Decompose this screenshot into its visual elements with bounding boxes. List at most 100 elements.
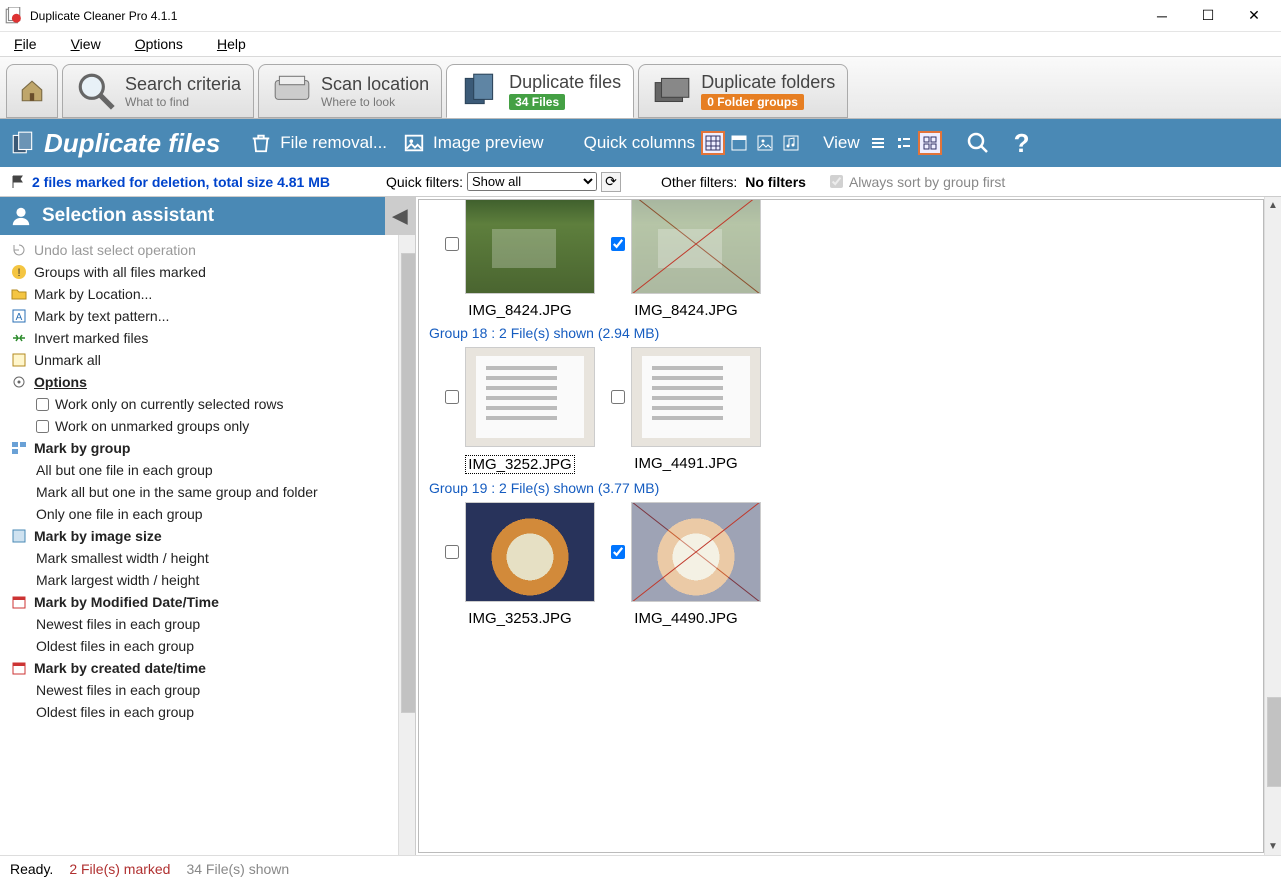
titlebar: Duplicate Cleaner Pro 4.1.1 ─ ☐ ✕	[0, 0, 1281, 32]
sa-largest-wh[interactable]: Mark largest width / height	[0, 569, 398, 591]
menu-file[interactable]: File	[14, 36, 37, 52]
main-scrollbar[interactable]: ▲ ▼	[1264, 197, 1281, 855]
filename: IMG_4491.JPG	[634, 455, 737, 472]
quick-filters-label: Quick filters:	[386, 174, 463, 190]
file-checkbox[interactable]	[445, 237, 459, 251]
sa-only-one[interactable]: Only one file in each group	[0, 503, 398, 525]
tab-title: Duplicate files	[509, 72, 621, 93]
group: Group 19 : 2 File(s) shown (3.77 MB)IMG_…	[429, 480, 1253, 627]
file-item[interactable]: IMG_3252.JPG	[445, 347, 595, 474]
file-checkbox[interactable]	[611, 237, 625, 251]
view-details-icon[interactable]	[892, 131, 916, 155]
tab-home[interactable]	[6, 64, 58, 118]
collapse-sidebar-button[interactable]: ◀	[385, 197, 415, 235]
selection-assistant-sidebar: Selection assistant ◀ Undo last select o…	[0, 197, 416, 855]
tab-scan-location[interactable]: Scan location Where to look	[258, 64, 442, 118]
group: Group 18 : 2 File(s) shown (2.94 MB)IMG_…	[429, 325, 1253, 474]
thumbnail[interactable]	[465, 347, 595, 447]
quick-columns-label: Quick columns	[584, 133, 695, 153]
filename: IMG_8424.JPG	[634, 302, 737, 319]
sa-mark-by-location[interactable]: Mark by Location...	[0, 283, 398, 305]
menu-options[interactable]: Options	[135, 36, 183, 52]
tab-duplicate-folders[interactable]: Duplicate folders 0 Folder groups	[638, 64, 848, 118]
image-preview-button[interactable]: Image preview	[403, 132, 544, 154]
sidebar-scrollbar[interactable]	[398, 235, 415, 855]
sa-undo[interactable]: Undo last select operation	[0, 239, 398, 261]
always-sort-checkbox[interactable]: Always sort by group first	[830, 174, 1005, 190]
quickcol-image-icon[interactable]	[753, 131, 777, 155]
sa-unmark-all[interactable]: Unmark all	[0, 349, 398, 371]
blue-toolbar: Duplicate files File removal... Image pr…	[0, 119, 1281, 167]
thumbnail[interactable]	[465, 199, 595, 294]
files-badge: 34 Files	[509, 94, 565, 110]
sa-invert[interactable]: Invert marked files	[0, 327, 398, 349]
sa-newest-each2[interactable]: Newest files in each group	[0, 679, 398, 701]
file-item[interactable]: IMG_4491.JPG	[611, 347, 761, 474]
menu-view[interactable]: View	[71, 36, 101, 52]
sa-groups-all-marked[interactable]: !Groups with all files marked	[0, 261, 398, 283]
filterbar: 2 files marked for deletion, total size …	[0, 167, 1281, 197]
flag-icon	[10, 174, 26, 190]
sa-oldest-each2[interactable]: Oldest files in each group	[0, 701, 398, 723]
sa-opt-selected-rows[interactable]: Work only on currently selected rows	[0, 393, 398, 415]
app-icon	[4, 7, 22, 25]
folders-badge: 0 Folder groups	[701, 94, 804, 110]
tab-title: Search criteria	[125, 74, 241, 95]
quick-filters-select[interactable]: Show all	[467, 172, 597, 191]
view-list-icon[interactable]	[866, 131, 890, 155]
sa-opt-unmarked-groups[interactable]: Work on unmarked groups only	[0, 415, 398, 437]
image-icon	[403, 132, 425, 154]
filename: IMG_8424.JPG	[468, 302, 571, 319]
quickcol-window-icon[interactable]	[727, 131, 751, 155]
maximize-button[interactable]: ☐	[1185, 1, 1231, 31]
folders-icon	[651, 70, 693, 112]
quickcol-audio-icon[interactable]	[779, 131, 803, 155]
status-marked: 2 File(s) marked	[69, 861, 170, 877]
file-checkbox[interactable]	[611, 390, 625, 404]
thumbnail[interactable]	[465, 502, 595, 602]
tab-search-criteria[interactable]: Search criteria What to find	[62, 64, 254, 118]
file-item[interactable]: IMG_3253.JPG	[445, 502, 595, 627]
file-checkbox[interactable]	[611, 545, 625, 559]
quickcol-grid-icon[interactable]	[701, 131, 725, 155]
tab-title: Scan location	[321, 74, 429, 95]
sa-all-but-one-same[interactable]: Mark all but one in the same group and f…	[0, 481, 398, 503]
thumbnail[interactable]	[631, 347, 761, 447]
file-item[interactable]: IMG_8424.JPG	[445, 199, 595, 319]
navtabs: Search criteria What to find Scan locati…	[0, 57, 1281, 119]
tab-sub: What to find	[125, 95, 241, 109]
file-checkbox[interactable]	[445, 545, 459, 559]
sa-mark-by-group: Mark by group	[0, 437, 398, 459]
search-icon	[966, 131, 990, 155]
refresh-filter-button[interactable]: ⟳	[601, 172, 621, 192]
sa-mark-by-text[interactable]: AMark by text pattern...	[0, 305, 398, 327]
filename: IMG_3253.JPG	[468, 610, 571, 627]
tab-sub: Where to look	[321, 95, 429, 109]
help-button[interactable]: ?	[1014, 128, 1030, 159]
file-removal-button[interactable]: File removal...	[250, 132, 387, 154]
selection-assistant-list: Undo last select operation !Groups with …	[0, 235, 398, 855]
sa-smallest-wh[interactable]: Mark smallest width / height	[0, 547, 398, 569]
other-filters-label: Other filters:	[661, 174, 737, 190]
tab-duplicate-files[interactable]: Duplicate files 34 Files	[446, 64, 634, 118]
sa-mark-by-modified: Mark by Modified Date/Time	[0, 591, 398, 613]
sa-oldest-each[interactable]: Oldest files in each group	[0, 635, 398, 657]
thumbnail[interactable]	[631, 502, 761, 602]
svg-text:!: !	[17, 267, 20, 279]
sa-all-but-one[interactable]: All but one file in each group	[0, 459, 398, 481]
file-item[interactable]: IMG_8424.JPG	[611, 199, 761, 319]
close-button[interactable]: ✕	[1231, 1, 1277, 31]
sa-options[interactable]: Options	[0, 371, 398, 393]
window-title: Duplicate Cleaner Pro 4.1.1	[30, 9, 177, 23]
search-button[interactable]	[966, 131, 998, 155]
menu-help[interactable]: Help	[217, 36, 246, 52]
magnifier-icon	[75, 70, 117, 112]
minimize-button[interactable]: ─	[1139, 1, 1185, 31]
view-thumbnails-icon[interactable]	[918, 131, 942, 155]
file-item[interactable]: IMG_4490.JPG	[611, 502, 761, 627]
thumbnail[interactable]	[631, 199, 761, 294]
file-checkbox[interactable]	[445, 390, 459, 404]
no-filters: No filters	[745, 174, 806, 190]
sa-mark-by-image-size: Mark by image size	[0, 525, 398, 547]
sa-newest-each[interactable]: Newest files in each group	[0, 613, 398, 635]
